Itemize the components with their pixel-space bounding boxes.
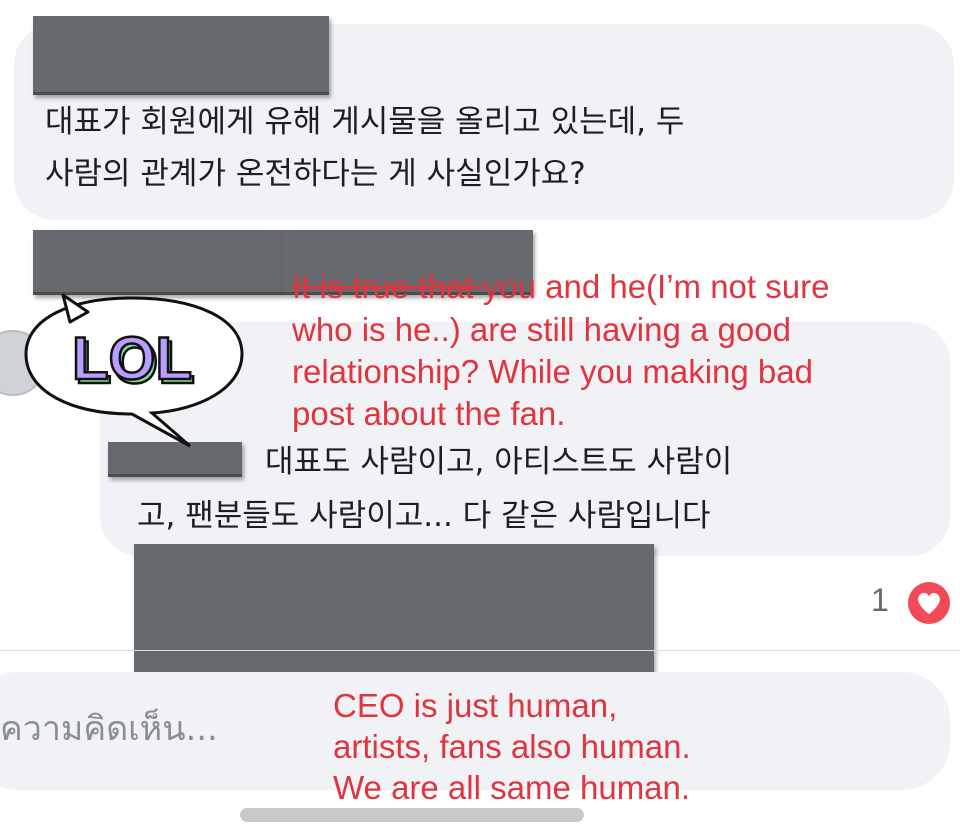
redacted-name-2a bbox=[33, 230, 283, 295]
comment-2-line-1: 대표도 사람이고, 아티스트도 사람이 bbox=[265, 444, 733, 480]
divider bbox=[0, 650, 960, 651]
translation-1-line-3: relationship? While you making bad bbox=[292, 353, 813, 390]
redacted-block bbox=[134, 544, 654, 677]
comment-1-line-2: 사람의 관계가 온전하다는 게 사실인가요? bbox=[45, 156, 586, 192]
translation-2-line-2: artists, fans also human. bbox=[333, 728, 691, 765]
reaction-badge[interactable] bbox=[903, 577, 955, 629]
translation-1-line-4: post about the fan. bbox=[292, 395, 566, 432]
lol-text: LOL bbox=[72, 325, 192, 392]
scrollbar[interactable] bbox=[240, 808, 584, 822]
heart-icon bbox=[908, 582, 950, 624]
comment-1-line-1: 대표가 회원에게 유해 게시물을 올리고 있는데, 두 bbox=[45, 104, 685, 140]
reaction-count[interactable]: 1 bbox=[871, 582, 889, 619]
translation-1-line-2: who is he..) are still having a good bbox=[292, 311, 791, 348]
comment-2-line-2: 고, 팬분들도 사람이고... 다 같은 사람입니다 bbox=[137, 498, 711, 534]
translation-2-line-3: We are all same human. bbox=[333, 769, 691, 806]
lol-sticker: LOL LOL bbox=[24, 293, 244, 448]
translation-1-struck: It is true that bbox=[292, 268, 483, 305]
translation-2-line-1: CEO is just human, bbox=[333, 687, 618, 724]
redacted-name-1 bbox=[33, 16, 329, 95]
translation-1-rest: you and he(I’m not sure bbox=[482, 268, 830, 305]
comment-input-placeholder: ความคิดเห็น... bbox=[0, 709, 218, 749]
translation-1-line-1: It is true that you and he(I’m not sure bbox=[292, 266, 829, 308]
